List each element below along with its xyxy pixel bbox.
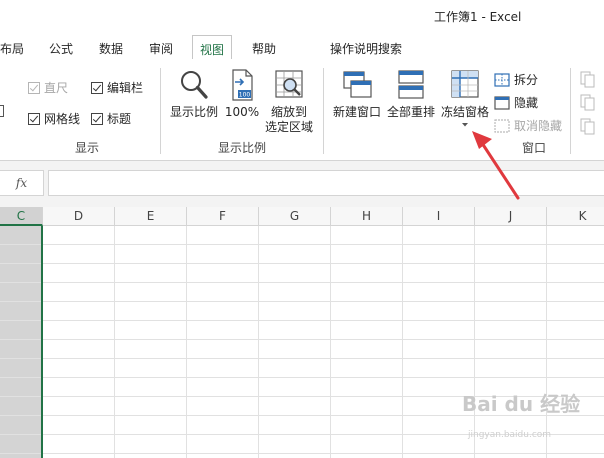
clipped-icon bbox=[0, 105, 4, 117]
group-label-show: 显示 bbox=[75, 141, 100, 155]
formula-bar-checkbox[interactable]: 编辑栏 bbox=[91, 79, 143, 96]
zoom-selection-label-1: 缩放到 bbox=[270, 105, 307, 119]
ruler-label: 直尺 bbox=[44, 81, 69, 95]
column-header-k[interactable]: K bbox=[547, 207, 604, 226]
split-label: 拆分 bbox=[514, 73, 539, 87]
selection-border bbox=[41, 226, 43, 458]
annotation-arrow-icon bbox=[472, 131, 520, 200]
gridlines-checkbox[interactable]: 网格线 bbox=[28, 110, 80, 127]
zoom-100-label: 100% bbox=[224, 105, 260, 119]
document-100-icon: 100 bbox=[232, 69, 253, 101]
headings-label: 标题 bbox=[107, 112, 132, 126]
group-label-zoom: 显示比例 bbox=[218, 141, 267, 155]
gridline bbox=[0, 339, 604, 340]
title-bar: 工作簿1 - Excel bbox=[0, 0, 604, 32]
gridline bbox=[0, 377, 604, 378]
hide-window-icon bbox=[494, 95, 510, 110]
arrange-all-button[interactable]: 全部重排 bbox=[384, 68, 438, 120]
zoom-selection-label-2: 选定区域 bbox=[264, 120, 313, 134]
gridline bbox=[186, 226, 187, 458]
freeze-panes-icon bbox=[451, 70, 479, 98]
split-icon bbox=[494, 72, 510, 87]
gridline bbox=[0, 320, 604, 321]
gridline bbox=[546, 226, 547, 458]
side-by-side-icons bbox=[580, 71, 595, 135]
zoom-button[interactable]: 显示比例 bbox=[168, 68, 220, 120]
gridline bbox=[0, 301, 604, 302]
column-header-j[interactable]: J bbox=[475, 207, 547, 226]
checkbox-box bbox=[28, 112, 40, 125]
new-window-icon bbox=[343, 71, 372, 98]
svg-text:100: 100 bbox=[239, 92, 251, 99]
gridline bbox=[0, 263, 604, 264]
gridline bbox=[258, 226, 259, 458]
gridline bbox=[0, 453, 604, 454]
new-window-button[interactable]: 新建窗口 bbox=[330, 68, 384, 120]
gridline bbox=[114, 226, 115, 458]
gridline bbox=[0, 282, 604, 283]
group-separator bbox=[160, 68, 161, 154]
gridline bbox=[0, 244, 604, 245]
tab-help[interactable]: 帮助 bbox=[252, 40, 276, 57]
tab-tell-me-search[interactable]: 操作说明搜索 bbox=[330, 40, 402, 57]
worksheet-grid[interactable]: C D E F G H I J K bbox=[0, 207, 604, 458]
tab-view[interactable]: 视图 bbox=[192, 35, 233, 59]
checkbox-box bbox=[91, 112, 103, 125]
window-title: 工作簿1 - Excel bbox=[434, 10, 522, 24]
arrange-all-label: 全部重排 bbox=[386, 105, 435, 119]
column-header-c[interactable]: C bbox=[0, 207, 43, 226]
chevron-down-icon[interactable] bbox=[461, 122, 469, 128]
split-button[interactable]: 拆分 bbox=[494, 71, 538, 88]
hide-button[interactable]: 隐藏 bbox=[494, 94, 538, 111]
formula-bar-label: 编辑栏 bbox=[107, 81, 144, 95]
tab-data[interactable]: 数据 bbox=[99, 40, 123, 57]
freeze-panes-label: 冻结窗格 bbox=[440, 105, 489, 119]
column-header-d[interactable]: D bbox=[43, 207, 115, 226]
tab-formulas[interactable]: 公式 bbox=[49, 40, 73, 57]
ruler-checkbox[interactable]: 直尺 bbox=[28, 79, 68, 96]
gridlines-label: 网格线 bbox=[44, 112, 81, 126]
group-label-window: 窗口 bbox=[522, 141, 547, 155]
zoom-to-selection-button[interactable]: 缩放到 选定区域 bbox=[262, 68, 316, 135]
checkbox-box bbox=[91, 81, 103, 94]
gridline bbox=[330, 226, 331, 458]
watermark-url: jingyan.baidu.com bbox=[468, 430, 552, 440]
headings-checkbox[interactable]: 标题 bbox=[91, 110, 131, 127]
checkbox-box bbox=[28, 81, 40, 94]
arrange-all-icon bbox=[398, 70, 424, 99]
tab-review[interactable]: 审阅 bbox=[149, 40, 173, 57]
ribbon-tabs: 布局 公式 数据 审阅 视图 帮助 操作说明搜索 bbox=[0, 32, 604, 92]
column-header-i[interactable]: I bbox=[403, 207, 475, 226]
column-header-f[interactable]: F bbox=[187, 207, 259, 226]
tab-layout[interactable]: 布局 bbox=[0, 40, 24, 57]
gridline bbox=[474, 226, 475, 458]
freeze-panes-button[interactable]: 冻结窗格 bbox=[438, 68, 492, 128]
new-window-label: 新建窗口 bbox=[332, 105, 381, 119]
column-header-e[interactable]: E bbox=[115, 207, 187, 226]
cell-area[interactable] bbox=[0, 226, 604, 458]
insert-function-button[interactable]: fx bbox=[0, 170, 44, 196]
column-header-g[interactable]: G bbox=[259, 207, 331, 226]
hide-label: 隐藏 bbox=[514, 96, 539, 110]
zoom-label: 显示比例 bbox=[169, 105, 218, 119]
group-separator bbox=[570, 68, 571, 154]
gridline bbox=[402, 226, 403, 458]
watermark-logo: Bai du 经验 bbox=[462, 392, 581, 416]
column-header-h[interactable]: H bbox=[331, 207, 403, 226]
zoom-selection-icon bbox=[275, 70, 303, 98]
zoom-100-button[interactable]: 100 100% bbox=[224, 68, 260, 120]
group-separator bbox=[323, 68, 324, 154]
magnifier-icon bbox=[181, 71, 208, 99]
gridline bbox=[0, 358, 604, 359]
